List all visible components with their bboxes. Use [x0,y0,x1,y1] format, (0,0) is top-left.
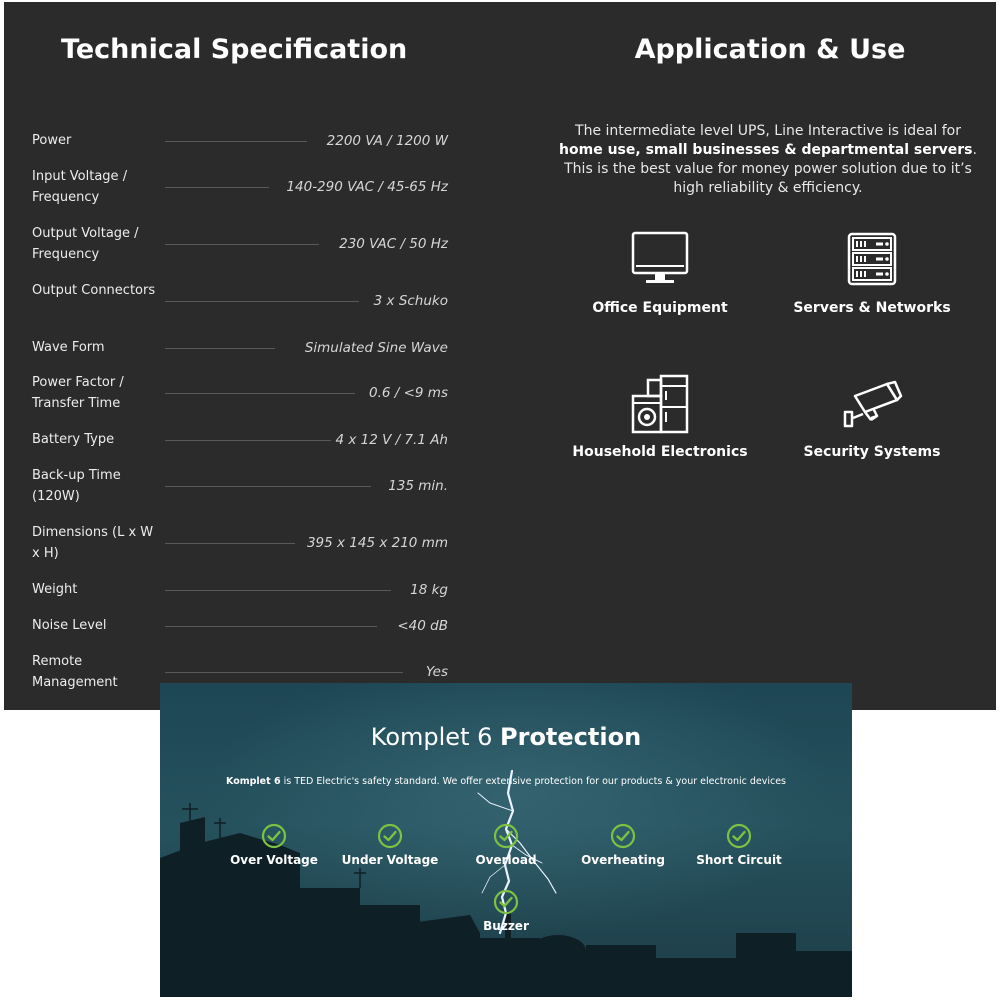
spec-value: 4 x 12 V / 7.1 Ah [335,431,448,448]
protection-title-regular: Komplet 6 [370,723,501,751]
specification-panel: Technical Specification Power 2200 VA / … [4,2,996,710]
server-rack-icon [847,232,897,286]
application-servers-networks: Servers & Networks [772,230,972,316]
spec-divider [165,301,359,302]
spec-label: Noise Level [32,618,107,633]
spec-row: Power Factor / Transfer Time 0.6 / <9 ms [32,372,448,414]
spec-divider [165,140,307,142]
protection-description: Komplet 6 is TED Electric's safety stand… [160,776,852,787]
application-household-electronics: Household Electronics [560,372,760,460]
spec-label: Output Connectors [32,283,156,298]
spec-label: Weight [32,582,78,597]
application-description-bold: home use, small businesses & departmenta… [559,142,973,158]
protection-feature-buzzer: Buzzer [446,889,566,933]
application-description: The intermediate level UPS, Line Interac… [552,122,984,198]
spec-row: Battery Type 4 x 12 V / 7.1 Ah [32,429,448,450]
application-title: Application & Use [4,34,996,65]
application-label: Office Equipment [592,300,728,316]
protection-label: Under Voltage [341,853,439,867]
spec-row: Input Voltage / Frequency 140-290 VAC / … [32,166,448,208]
security-camera-icon [843,380,903,428]
protection-feature-overheating: Overheating [563,823,683,867]
spec-row: Dimensions (L x W x H) 395 x 145 x 210 m… [32,522,448,564]
check-circle-icon [726,823,752,849]
spec-label: Wave Form [32,340,105,355]
spec-divider [165,347,275,349]
appliances-icon [631,374,689,434]
application-description-text: The intermediate level UPS, Line Interac… [575,123,961,139]
spec-value: 140-290 VAC / 45-65 Hz [286,179,448,195]
spec-row: Back-up Time (120W) 135 min. [32,465,448,507]
spec-value: Simulated Sine Wave [304,339,448,356]
spec-value: 2200 VA / 1200 W [326,132,448,149]
spec-label: Input Voltage / Frequency [32,169,128,205]
spec-divider [165,393,355,394]
application-label: Servers & Networks [793,300,951,316]
application-office-equipment: Office Equipment [560,230,760,316]
spec-row: Weight 18 kg [32,579,448,600]
spec-value: 395 x 145 x 210 mm [306,535,448,551]
spec-value: 0.6 / <9 ms [369,385,448,401]
spec-divider [165,244,319,245]
spec-value: 135 min. [388,478,448,494]
spec-label: Power [32,133,72,148]
spec-divider [165,439,331,441]
spec-value: 3 x Schuko [373,293,448,309]
protection-feature-overload: Overload [446,823,566,867]
protection-description-text: is TED Electric's safety standard. We of… [280,776,786,787]
check-circle-icon [610,823,636,849]
spec-divider [165,187,269,188]
spec-row: Output Voltage / Frequency 230 VAC / 50 … [32,223,448,265]
spec-row: Wave Form Simulated Sine Wave [32,337,448,358]
protection-label: Short Circuit [696,853,782,867]
spec-divider [165,486,371,487]
spec-value: Yes [425,664,448,680]
check-circle-icon [377,823,403,849]
check-circle-icon [261,823,287,849]
spec-divider [165,543,295,544]
spec-value: <40 dB [397,617,448,634]
spec-label: Remote Management [32,654,118,690]
protection-title-bold: Protection [500,723,642,751]
application-security-systems: Security Systems [772,378,972,460]
application-label: Security Systems [803,444,941,460]
protection-label: Buzzer [483,919,529,933]
spec-divider [165,672,403,673]
spec-row: Noise Level <40 dB [32,615,448,636]
protection-feature-under-voltage: Under Voltage [330,823,450,867]
spec-value: 230 VAC / 50 Hz [339,236,448,252]
spec-divider [165,589,391,591]
spec-label: Output Voltage / Frequency [32,226,139,262]
protection-banner: Komplet 6 Protection Komplet 6 is TED El… [160,683,852,997]
spec-value: 18 kg [410,581,448,598]
protection-feature-short-circuit: Short Circuit [679,823,799,867]
spec-row: Output Connectors 3 x Schuko [32,280,448,322]
application-label: Household Electronics [572,444,748,460]
spec-label: Power Factor / Transfer Time [32,375,124,411]
check-circle-icon [493,889,519,915]
spec-label: Battery Type [32,432,115,447]
spec-label: Dimensions (L x W x H) [32,525,154,561]
protection-label: Overheating [581,853,665,867]
spec-divider [165,625,377,627]
protection-label: Overload [475,853,537,867]
protection-title: Komplet 6 Protection [160,723,852,751]
check-circle-icon [493,823,519,849]
protection-feature-over-voltage: Over Voltage [214,823,334,867]
protection-label: Over Voltage [230,853,318,867]
spec-row: Power 2200 VA / 1200 W [32,130,448,151]
monitor-icon [631,231,689,283]
application-title-text: Application & Use [634,34,906,65]
protection-description-bold: Komplet 6 [226,776,281,787]
spec-label: Back-up Time (120W) [32,468,121,504]
